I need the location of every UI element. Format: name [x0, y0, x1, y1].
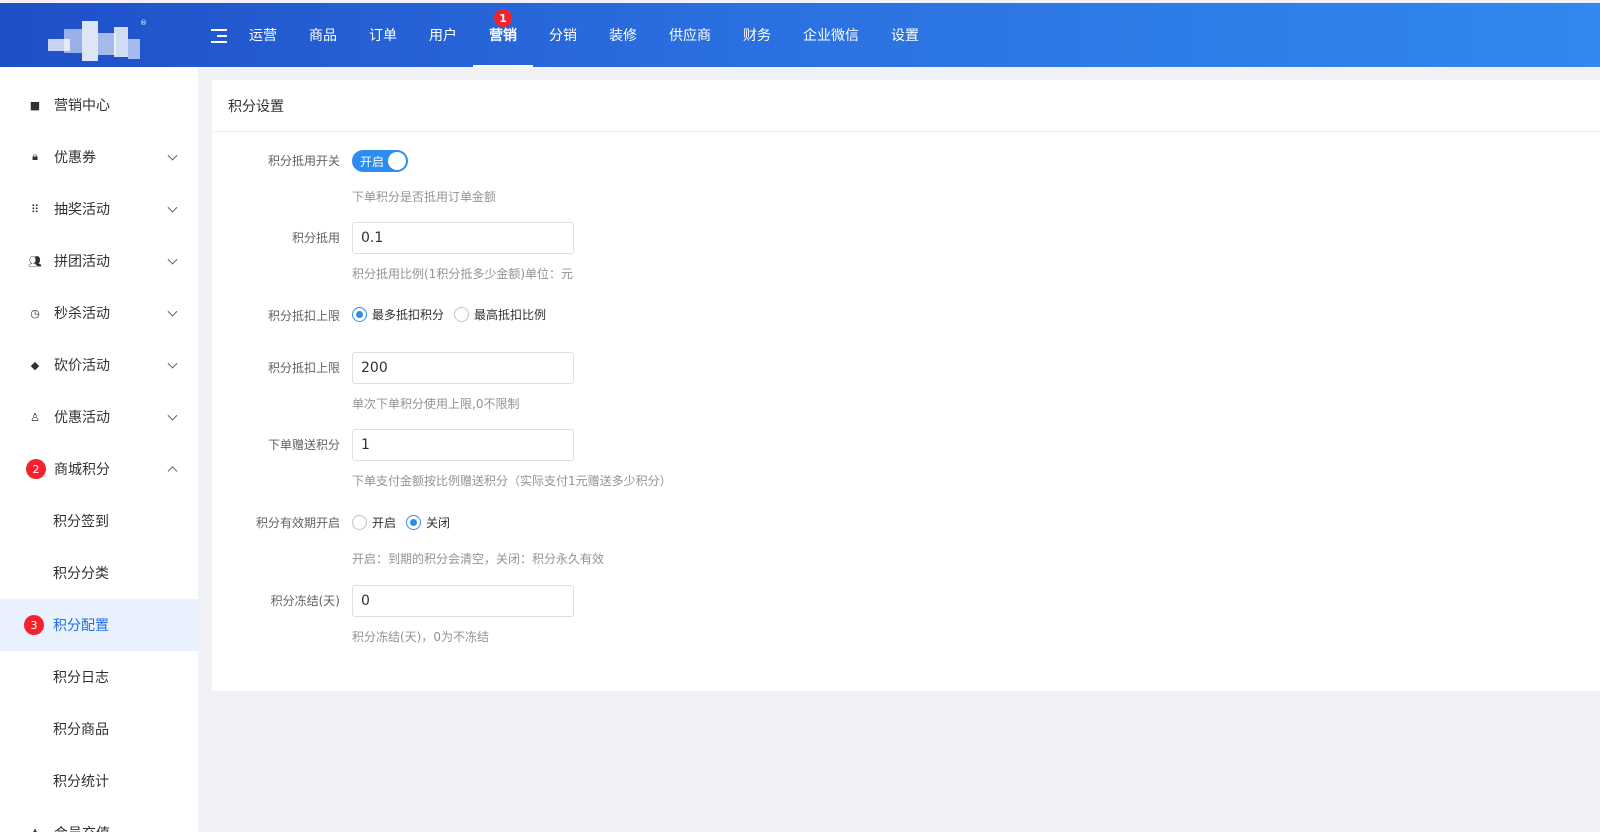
switch-hint: 下单积分是否抵用订单金额: [352, 190, 497, 204]
expire-label: 积分有效期开启: [255, 516, 340, 530]
nav-yunying[interactable]: 运营: [233, 3, 293, 67]
users-icon: 👥︎: [28, 254, 42, 268]
expire-radio-group: 开启 关闭: [352, 514, 460, 531]
radio-expire-off[interactable]: 关闭: [406, 514, 450, 531]
rocket-icon: ♙: [30, 410, 40, 424]
nav-caiwu[interactable]: 财务: [727, 3, 787, 67]
sidebar-sub-points-category[interactable]: 积分分类: [0, 547, 198, 599]
step-badge: 2: [26, 459, 46, 479]
sidebar-item-group-buy[interactable]: 👥︎ 拼团活动: [0, 235, 198, 287]
freeze-label: 积分冻结(天): [270, 594, 340, 608]
deduct-input[interactable]: 0.1: [352, 222, 574, 254]
chevron-down-icon: [167, 410, 178, 421]
sidebar-item-lottery[interactable]: ⠿ 抽奖活动: [0, 183, 198, 235]
sidebar-item-marketing-center[interactable]: ■ 营销中心: [0, 79, 198, 131]
step-badge: 3: [24, 615, 44, 635]
give-hint: 下单支付金额按比例赠送积分（实际支付1元赠送多少积分）: [352, 474, 672, 488]
sidebar-item-flash-sale[interactable]: ◷ 秒杀活动: [0, 287, 198, 339]
sidebar-item-member-recharge[interactable]: ♟ 会员充值: [0, 807, 198, 832]
radio-max-ratio[interactable]: 最高抵扣比例: [454, 306, 546, 323]
sidebar-item-discount[interactable]: ♙ 优惠活动: [0, 391, 198, 443]
sidebar-item-mall-points[interactable]: 2 商城积分: [0, 443, 198, 495]
clock-icon: ◷: [30, 306, 40, 320]
limit-type-label: 积分抵扣上限: [267, 309, 340, 323]
page-title: 积分设置: [212, 80, 1600, 132]
points-deduct-switch[interactable]: 开启: [352, 150, 408, 172]
nav-fenxiao[interactable]: 分销: [533, 3, 593, 67]
nav-yingxiao[interactable]: 1 营销: [473, 3, 533, 67]
sidebar-sub-points-log[interactable]: 积分日志: [0, 651, 198, 703]
menu-toggle-icon[interactable]: [211, 29, 227, 43]
sidebar-item-coupon[interactable]: 🔒︎ 优惠券: [0, 131, 198, 183]
member-icon: ♟: [28, 826, 42, 832]
nav-gongyingshang[interactable]: 供应商: [653, 3, 727, 67]
chevron-down-icon: [167, 202, 178, 213]
nav-qiyeweixin[interactable]: 企业微信: [787, 3, 875, 67]
give-label: 下单赠送积分: [267, 438, 340, 452]
limit-label: 积分抵扣上限: [267, 361, 340, 375]
top-nav: 运营 商品 订单 用户 1 营销 分销 装修 供应商 财务 企业微信 设置: [233, 3, 935, 67]
radio-checked-icon: [406, 515, 422, 530]
step-badge: 1: [494, 9, 512, 27]
sidebar-sub-points-signin[interactable]: 积分签到: [0, 495, 198, 547]
radio-expire-on[interactable]: 开启: [352, 514, 396, 531]
lock-icon: 🔒︎: [32, 150, 38, 163]
limit-type-radio-group: 最多抵扣积分 最高抵扣比例: [352, 306, 556, 323]
radio-max-points[interactable]: 最多抵扣积分: [352, 306, 444, 323]
chevron-down-icon: [167, 358, 178, 369]
sidebar-sub-points-stats[interactable]: 积分统计: [0, 755, 198, 807]
switch-label: 积分抵用开关: [267, 154, 340, 168]
radio-unchecked-icon: [454, 307, 470, 322]
radio-checked-icon: [352, 307, 367, 322]
nav-yonghu[interactable]: 用户: [413, 3, 473, 67]
freeze-hint: 积分冻结(天)，0为不冻结: [352, 630, 489, 644]
grid-icon: ⠿: [30, 202, 40, 216]
chevron-down-icon: [167, 254, 178, 265]
give-input[interactable]: 1: [352, 429, 574, 461]
radio-unchecked-icon: [352, 515, 367, 530]
sidebar-sub-points-goods[interactable]: 积分商品: [0, 703, 198, 755]
chevron-down-icon: [167, 150, 178, 161]
limit-hint: 单次下单积分使用上限,0不限制: [352, 397, 520, 411]
top-header: ® 运营 商品 订单 用户 1 营销 分销 装修 供应商 财务 企业微信 设置: [0, 3, 1600, 67]
nav-shezhi[interactable]: 设置: [875, 3, 935, 67]
sidebar-sub-points-config[interactable]: 3 积分配置: [0, 599, 198, 651]
points-settings-card: 积分设置 积分抵用开关 开启 下单积分是否抵用订单金额 积分抵用 0.1 积分抵…: [212, 80, 1600, 691]
deduct-hint: 积分抵用比例(1积分抵多少金额)单位：元: [352, 267, 573, 281]
deduct-label: 积分抵用: [291, 231, 340, 245]
sidebar-item-bargain[interactable]: ◆ 砍价活动: [0, 339, 198, 391]
registered-mark-icon: ®: [140, 19, 147, 27]
chevron-down-icon: [167, 306, 178, 317]
chevron-up-icon: [167, 466, 178, 477]
nav-dingdan[interactable]: 订单: [353, 3, 413, 67]
freeze-input[interactable]: 0: [352, 585, 574, 617]
marketing-center-icon: ■: [29, 98, 41, 112]
expire-hint: 开启：到期的积分会清空，关闭：积分永久有效: [352, 552, 605, 566]
nav-shangpin[interactable]: 商品: [293, 3, 353, 67]
nav-zhuangxiu[interactable]: 装修: [593, 3, 653, 67]
sidebar: ■ 营销中心 🔒︎ 优惠券 ⠿ 抽奖活动 👥︎ 拼团活动 ◷ 秒杀活动 ◆ 砍价…: [0, 67, 198, 832]
logo[interactable]: ®: [48, 19, 147, 63]
switch-knob: [388, 152, 406, 170]
limit-input[interactable]: 200: [352, 352, 574, 384]
tag-icon: ◆: [30, 358, 40, 372]
